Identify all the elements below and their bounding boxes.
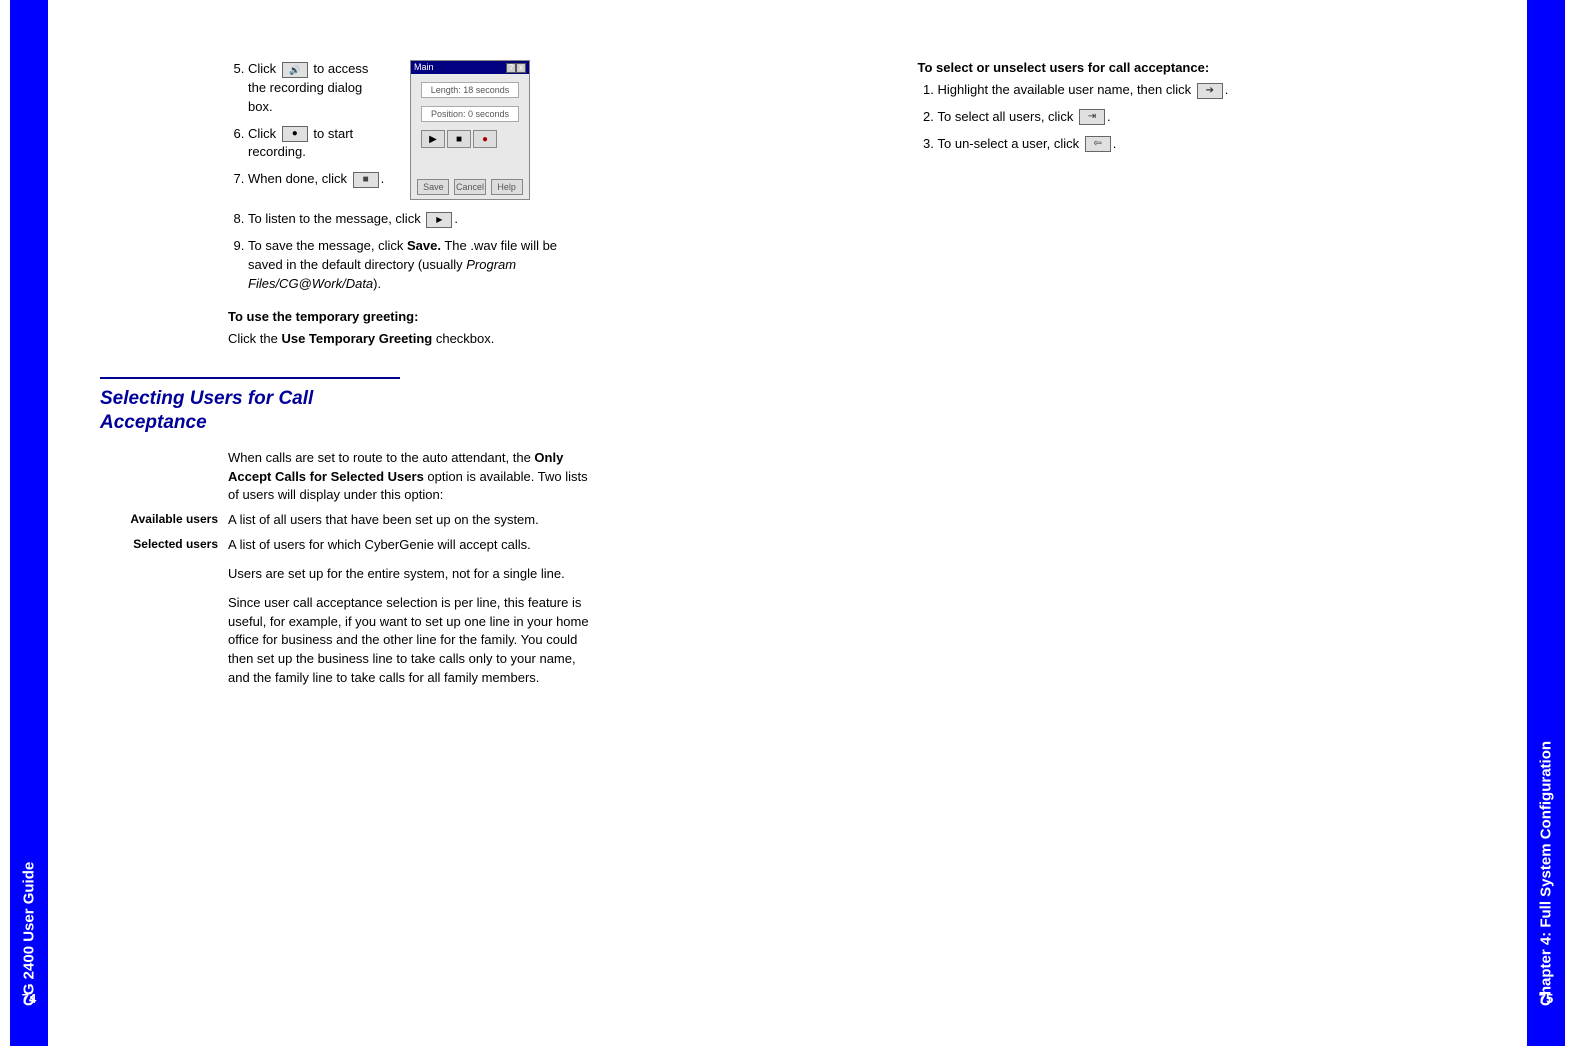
help-icon: ?: [506, 63, 516, 73]
def-term-selected: Selected users: [100, 536, 218, 555]
dialog-position-row: Position: 0 seconds: [421, 106, 519, 122]
step-5-text-a: Click: [248, 61, 280, 76]
page-left: CG 2400 User Guide 74 Click to access th…: [0, 0, 788, 1046]
temp-greeting-heading: To use the temporary greeting:: [228, 309, 590, 324]
dialog-save-button: Save: [417, 179, 449, 195]
stop-icon: [353, 172, 379, 188]
step-9-text-a: To save the message, click: [248, 238, 407, 253]
step-9-text-c: ).: [373, 276, 381, 291]
dialog-help-button: Help: [491, 179, 523, 195]
speaker-icon: [282, 62, 308, 78]
play-icon: ▶: [421, 130, 445, 148]
dialog-window-buttons: ?x: [506, 62, 526, 73]
dialog-bottom-buttons: Save Cancel Help: [411, 179, 529, 195]
temp-greeting-text: Click the Use Temporary Greeting checkbo…: [228, 330, 590, 349]
section-heading: Selecting Users for Call Acceptance: [100, 377, 400, 435]
close-icon: x: [516, 63, 526, 73]
step-8: To listen to the message, click .: [248, 210, 588, 229]
right-step-3: To un-select a user, click .: [938, 135, 1438, 154]
step-9: To save the message, click Save. The .wa…: [248, 237, 588, 294]
step-7-text-b: .: [381, 171, 385, 186]
sidebar-right-label: Chapter 4: Full System Configuration: [1527, 0, 1565, 1046]
step-5: Click to access the recording dialog box…: [248, 60, 388, 117]
right-content: To select or unselect users for call acc…: [918, 60, 1438, 162]
body-para-1: Users are set up for the entire system, …: [228, 565, 590, 584]
step-6-text-a: Click: [248, 126, 280, 141]
sidebar-left-label: CG 2400 User Guide: [10, 0, 48, 1046]
dialog-cancel-button: Cancel: [454, 179, 486, 195]
page-number-left: 74: [10, 991, 48, 1006]
temp-greeting-text-b: checkbox.: [432, 331, 494, 346]
arrow-left-icon: [1085, 136, 1111, 152]
stop-icon: ■: [447, 130, 471, 148]
right-step-3-b: .: [1113, 136, 1117, 151]
record-icon: ●: [473, 130, 497, 148]
intro-text-a: When calls are set to route to the auto …: [228, 450, 534, 465]
page-number-right: 75: [1527, 991, 1565, 1006]
dialog-controls: ▶ ■ ●: [421, 130, 519, 148]
right-step-3-a: To un-select a user, click: [938, 136, 1083, 151]
right-step-2-a: To select all users, click: [938, 109, 1077, 124]
def-desc-available: A list of all users that have been set u…: [228, 511, 590, 530]
play-icon: [426, 212, 452, 228]
right-step-1-a: Highlight the available user name, then …: [938, 82, 1195, 97]
def-desc-selected: A list of users for which CyberGenie wil…: [228, 536, 590, 555]
dialog-titlebar: Main ?x: [411, 61, 529, 74]
left-content: Click to access the recording dialog box…: [100, 60, 590, 688]
right-step-2-b: .: [1107, 109, 1111, 124]
def-selected-users: Selected users A list of users for which…: [100, 536, 590, 555]
dialog-length-row: Length: 18 seconds: [421, 82, 519, 98]
section-intro: When calls are set to route to the auto …: [228, 449, 590, 506]
def-term-available: Available users: [100, 511, 218, 530]
right-step-1: Highlight the available user name, then …: [938, 81, 1438, 100]
step-8-text-a: To listen to the message, click: [248, 211, 424, 226]
record-icon: [282, 126, 308, 142]
right-step-1-b: .: [1225, 82, 1229, 97]
step-7-text-a: When done, click: [248, 171, 351, 186]
temp-greeting-bold: Use Temporary Greeting: [281, 331, 432, 346]
def-available-users: Available users A list of all users that…: [100, 511, 590, 530]
step-6: Click to start recording.: [248, 125, 388, 163]
step-7: When done, click .: [248, 170, 388, 189]
body-para-2: Since user call acceptance selection is …: [228, 594, 590, 688]
step-8-text-b: .: [454, 211, 458, 226]
right-step-2: To select all users, click .: [938, 108, 1438, 127]
page-right: Chapter 4: Full System Configuration 75 …: [788, 0, 1575, 1046]
arrow-right-icon: [1197, 83, 1223, 99]
double-arrow-right-icon: [1079, 109, 1105, 125]
recording-dialog-figure: Main ?x Length: 18 seconds Position: 0 s…: [410, 60, 530, 200]
dialog-title-text: Main: [414, 62, 434, 73]
step-9-bold: Save.: [407, 238, 441, 253]
right-heading: To select or unselect users for call acc…: [918, 60, 1438, 75]
temp-greeting-text-a: Click the: [228, 331, 281, 346]
